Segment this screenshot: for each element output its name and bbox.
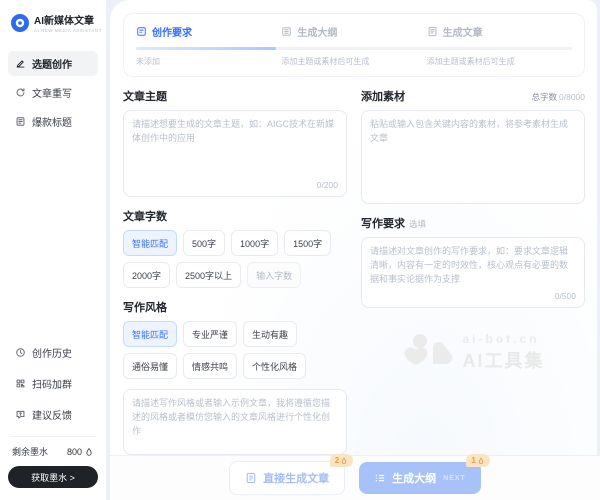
generate-article-button[interactable]: 直接生成文章 2 bbox=[229, 461, 345, 495]
stepper-card: 创作要求生成大纲生成文章 未添加添加主题或素材后可生成添加主题或素材后可生成 bbox=[123, 13, 585, 77]
material-total-counter: 总字数0/8000 bbox=[531, 91, 585, 103]
watermark-logo-icon bbox=[402, 333, 454, 373]
material-input[interactable] bbox=[370, 118, 576, 198]
style-options: 智能匹配专业严谨生动有趣通俗易懂情感共鸣个性化风格 bbox=[123, 321, 347, 379]
feedback-icon bbox=[15, 409, 26, 420]
next-tag: NEXT bbox=[443, 475, 466, 482]
app-window: AI新媒体文章 AI NEW MEDIA ASSISTANT 选题创作文章重写爆… bbox=[0, 0, 600, 500]
word-count-section-title: 文章字数 bbox=[123, 208, 167, 224]
topic-creation-icon bbox=[15, 58, 26, 69]
sidebar: AI新媒体文章 AI NEW MEDIA ASSISTANT 选题创作文章重写爆… bbox=[0, 0, 106, 500]
sidebar-item-选题创作[interactable]: 选题创作 bbox=[8, 51, 98, 76]
main-panel: 创作要求生成大纲生成文章 未添加添加主题或素材后可生成添加主题或素材后可生成 文… bbox=[110, 0, 597, 455]
app-title: AI新媒体文章 bbox=[34, 12, 102, 27]
requirement-input[interactable] bbox=[370, 245, 576, 289]
style-section-title: 写作风格 bbox=[123, 299, 167, 315]
stepper-status-row: 未添加添加主题或素材后可生成添加主题或素材后可生成 bbox=[136, 56, 572, 67]
sidebar-nav: 选题创作文章重写爆款标题 bbox=[8, 51, 98, 134]
watermark-domain: ai-bot.cn bbox=[463, 332, 545, 346]
step-status-text: 未添加 bbox=[136, 56, 281, 67]
topic-section-title: 文章主题 bbox=[123, 88, 167, 104]
article-ink-cost-badge: 2 bbox=[330, 454, 353, 467]
stepper-progress-fill bbox=[136, 47, 276, 50]
requirement-section-title: 写作要求选填 bbox=[361, 215, 426, 231]
topic-input-box: 0/200 bbox=[123, 110, 347, 197]
material-input-box bbox=[361, 110, 585, 204]
outline-icon bbox=[281, 26, 292, 37]
sidebar-item-爆款标题[interactable]: 爆款标题 bbox=[8, 109, 98, 134]
ink-balance-label: 剩余墨水 bbox=[12, 445, 48, 458]
step-生成文章[interactable]: 生成文章 bbox=[427, 24, 572, 39]
step-status-text: 添加主题或素材后可生成 bbox=[281, 56, 426, 67]
footer-action-bar: 直接生成文章 2 生成大纲 NEXT 1 bbox=[110, 455, 600, 500]
article-rewrite-icon bbox=[15, 87, 26, 98]
watermark-brand: AI工具集 bbox=[463, 347, 545, 373]
option-chip[interactable]: 输入字数 bbox=[247, 262, 301, 288]
ink-balance-value: 800 bbox=[67, 447, 82, 457]
ink-drop-icon bbox=[84, 447, 94, 457]
document-icon bbox=[245, 472, 257, 484]
sidebar-item-创作历史[interactable]: 创作历史 bbox=[8, 340, 98, 365]
stepper-progress-track bbox=[136, 47, 572, 50]
option-chip[interactable]: 2000字 bbox=[123, 262, 170, 288]
material-section-title: 添加素材 bbox=[361, 88, 405, 104]
option-chip[interactable]: 1000字 bbox=[231, 230, 278, 256]
step-创作要求[interactable]: 创作要求 bbox=[136, 24, 281, 39]
sidebar-bottom-nav: 创作历史扫码加群建议反馈 bbox=[8, 340, 98, 427]
sidebar-item-文章重写[interactable]: 文章重写 bbox=[8, 80, 98, 105]
option-chip[interactable]: 生动有趣 bbox=[243, 321, 297, 347]
ink-drop-icon bbox=[477, 457, 485, 465]
sidebar-divider bbox=[10, 436, 96, 437]
history-icon bbox=[15, 347, 26, 358]
custom-style-box bbox=[123, 389, 347, 455]
qr-code-icon bbox=[15, 378, 26, 389]
step-生成大纲[interactable]: 生成大纲 bbox=[281, 24, 426, 39]
outline-ink-cost-badge: 1 bbox=[466, 454, 489, 467]
watermark: ai-bot.cn AI工具集 bbox=[361, 332, 585, 373]
form-left-column: 文章主题 0/200 文章字数 智能匹配500字1000字1500字2000字2… bbox=[123, 77, 347, 455]
option-chip[interactable]: 2500字以上 bbox=[176, 262, 241, 288]
requirement-input-box: 0/500 bbox=[361, 237, 585, 308]
hot-title-icon bbox=[15, 116, 26, 127]
option-chip[interactable]: 1500字 bbox=[284, 230, 331, 256]
sidebar-item-扫码加群[interactable]: 扫码加群 bbox=[8, 371, 98, 396]
option-chip[interactable]: 智能匹配 bbox=[123, 230, 177, 256]
option-chip[interactable]: 情感共鸣 bbox=[183, 353, 237, 379]
custom-style-input[interactable] bbox=[132, 397, 338, 449]
requirement-char-counter: 0/500 bbox=[370, 289, 576, 302]
creation-form: 文章主题 0/200 文章字数 智能匹配500字1000字1500字2000字2… bbox=[123, 77, 585, 455]
article-icon bbox=[427, 26, 438, 37]
word-count-options: 智能匹配500字1000字1500字 2000字2500字以上输入字数 bbox=[123, 230, 347, 288]
main-area: 创作要求生成大纲生成文章 未添加添加主题或素材后可生成添加主题或素材后可生成 文… bbox=[106, 0, 600, 500]
optional-tag: 选填 bbox=[409, 219, 426, 229]
option-chip[interactable]: 专业严谨 bbox=[183, 321, 237, 347]
form-right-column: 添加素材 总字数0/8000 写作要求选填 bbox=[361, 77, 585, 373]
generate-outline-button[interactable]: 生成大纲 NEXT 1 bbox=[359, 462, 481, 494]
option-chip[interactable]: 通俗易懂 bbox=[123, 353, 177, 379]
step-status-text: 添加主题或素材后可生成 bbox=[427, 56, 572, 67]
app-subtitle: AI NEW MEDIA ASSISTANT bbox=[34, 28, 102, 33]
topic-char-counter: 0/200 bbox=[132, 178, 338, 191]
topic-input[interactable] bbox=[132, 118, 338, 178]
option-chip[interactable]: 个性化风格 bbox=[243, 353, 306, 379]
outline-list-icon bbox=[374, 472, 386, 484]
logo-icon bbox=[11, 14, 29, 32]
sidebar-item-建议反馈[interactable]: 建议反馈 bbox=[8, 402, 98, 427]
ink-drop-icon bbox=[340, 457, 348, 465]
app-logo: AI新媒体文章 AI NEW MEDIA ASSISTANT bbox=[8, 12, 98, 33]
requirement-icon bbox=[136, 26, 147, 37]
stepper-steps: 创作要求生成大纲生成文章 bbox=[136, 24, 572, 39]
ink-balance-row: 剩余墨水 800 bbox=[8, 445, 98, 458]
option-chip[interactable]: 500字 bbox=[183, 230, 225, 256]
get-ink-button[interactable]: 获取墨水 > bbox=[8, 466, 98, 488]
option-chip[interactable]: 智能匹配 bbox=[123, 321, 177, 347]
